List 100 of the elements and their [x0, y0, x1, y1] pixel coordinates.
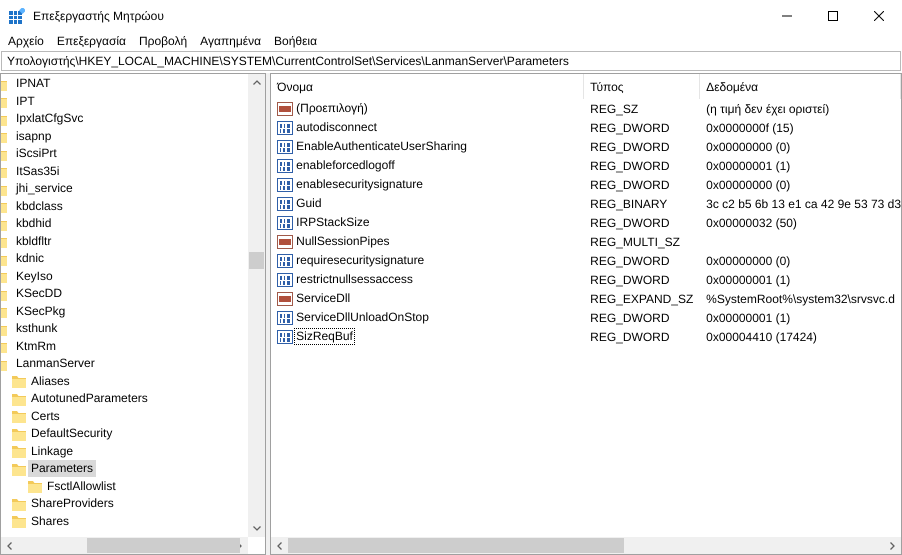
binary-value-icon — [277, 120, 294, 136]
tree-item[interactable]: DefaultSecurity — [28, 425, 116, 442]
tree-item[interactable]: ItSas35i — [13, 162, 62, 180]
tree-item[interactable]: IpxlatCfgSvc — [13, 110, 86, 128]
table-cell: REG_EXPAND_SZ — [590, 292, 694, 306]
binary-value-icon — [277, 310, 294, 326]
string-value-icon — [277, 234, 294, 250]
horizontal-scrollbar[interactable] — [271, 537, 901, 554]
table-cell: 0x0000000f (15) — [706, 120, 794, 134]
table-cell: 0x00000000 (0) — [706, 254, 790, 268]
value-name[interactable]: requiresecuritysignature — [294, 252, 426, 269]
scroll-down-icon[interactable] — [252, 526, 261, 531]
value-name[interactable]: restrictnullsessaccess — [294, 271, 415, 288]
close-icon — [874, 10, 884, 20]
value-name[interactable]: enablesecuritysignature — [294, 176, 425, 193]
folder-icon — [11, 513, 27, 530]
tree-item[interactable]: kdnic — [13, 250, 48, 268]
scroll-right-icon[interactable] — [237, 542, 242, 550]
table-cell: REG_DWORD — [590, 120, 670, 134]
value-name[interactable]: ServiceDllUnloadOnStop — [294, 309, 431, 326]
value-name[interactable]: EnableAuthenticateUserSharing — [294, 138, 469, 155]
folder-icon — [27, 478, 43, 494]
table-cell: REG_SZ — [590, 102, 638, 116]
table-cell: %SystemRoot%\system32\srvsvc.d — [706, 292, 895, 306]
menu-item[interactable]: Βοήθεια — [269, 32, 322, 50]
menu-item[interactable]: Αγαπημένα — [195, 32, 266, 50]
value-name[interactable]: Guid — [294, 195, 324, 212]
scroll-thumb[interactable] — [249, 252, 264, 269]
table-cell: 0x00000001 (1) — [706, 158, 790, 172]
value-name[interactable]: ServiceDll — [294, 290, 352, 307]
tree-item[interactable]: Shares — [28, 512, 72, 530]
menu-item[interactable]: Επεξεργασία — [52, 32, 131, 50]
menu-item[interactable]: Αρχείο — [3, 32, 49, 50]
menu-item[interactable]: Προβολή — [134, 32, 192, 50]
table-cell: (η τιμή δεν έχει οριστεί) — [706, 102, 830, 116]
tree-item[interactable]: Aliases — [28, 372, 73, 390]
tree-item[interactable]: isapnp — [13, 128, 54, 145]
tree-item[interactable]: KSecPkg — [13, 302, 68, 320]
binary-value-icon — [277, 196, 294, 212]
table-cell: REG_DWORD — [590, 330, 670, 344]
tree-item[interactable]: iScsiPrt — [13, 145, 60, 162]
table-cell: REG_DWORD — [590, 216, 670, 230]
table-cell: REG_MULTI_SZ — [590, 234, 680, 248]
tree-item[interactable]: KSecDD — [13, 285, 66, 302]
scroll-left-icon[interactable] — [277, 542, 282, 550]
binary-value-icon — [277, 328, 294, 344]
binary-value-icon — [277, 138, 294, 154]
column-header[interactable]: Όνομα — [271, 74, 584, 99]
tree-item[interactable]: KtmRm — [13, 338, 59, 355]
tree-item[interactable]: ShareProviders — [28, 495, 117, 512]
value-name[interactable]: SizReqBuf — [294, 328, 355, 345]
tree-item[interactable]: kbldfltr — [13, 232, 54, 250]
folder-icon — [11, 373, 27, 390]
tree-item[interactable]: Linkage — [28, 442, 76, 460]
tree-item[interactable]: IPT — [13, 92, 38, 110]
tree-item[interactable]: IPNAT — [13, 75, 54, 92]
value-name[interactable]: IRPStackSize — [294, 214, 372, 231]
table-cell: 3c c2 b5 6b 13 e1 ca 42 9e 53 73 d3 — [706, 196, 901, 210]
binary-value-icon — [277, 252, 294, 268]
table-cell: REG_DWORD — [590, 310, 670, 324]
table-cell: REG_DWORD — [590, 178, 670, 192]
value-name[interactable]: NullSessionPipes — [294, 233, 392, 250]
column-header[interactable]: Τύπος — [584, 74, 700, 99]
tree-item[interactable]: Parameters — [28, 460, 96, 478]
maximize-icon — [828, 10, 838, 20]
string-value-icon — [277, 290, 294, 306]
binary-value-icon — [277, 272, 294, 288]
binary-value-icon — [277, 176, 294, 192]
scroll-right-icon[interactable] — [890, 542, 895, 550]
table-cell: REG_DWORD — [590, 272, 670, 286]
table-cell: REG_DWORD — [590, 140, 670, 154]
vertical-scrollbar[interactable] — [248, 74, 266, 537]
table-cell: 0x00000000 (0) — [706, 140, 790, 154]
tree-item[interactable]: kbdhid — [13, 215, 54, 232]
scroll-left-icon[interactable] — [7, 542, 12, 550]
scroll-thumb[interactable] — [87, 538, 240, 553]
table-cell: REG_BINARY — [590, 196, 668, 210]
value-name[interactable]: (Προεπιλογή) — [294, 100, 370, 117]
tree-item[interactable]: kbdclass — [13, 198, 66, 215]
tree-item[interactable]: Certs — [28, 408, 63, 425]
tree-item[interactable]: KeyIso — [13, 268, 56, 285]
tree-item[interactable]: ksthunk — [13, 320, 60, 338]
app-icon — [9, 8, 25, 24]
tree-item[interactable]: FsctlAllowlist — [44, 478, 119, 495]
table-cell: 0x00000001 (1) — [706, 310, 790, 324]
horizontal-scrollbar[interactable] — [1, 537, 248, 554]
value-name[interactable]: autodisconnect — [294, 119, 379, 136]
scroll-up-icon[interactable] — [252, 80, 261, 85]
string-value-icon — [277, 100, 294, 116]
scroll-thumb[interactable] — [288, 538, 624, 553]
binary-value-icon — [277, 158, 294, 174]
table-cell: 0x00000000 (0) — [706, 178, 790, 192]
tree-item[interactable]: jhi_service — [13, 180, 76, 198]
table-cell: REG_DWORD — [590, 254, 670, 268]
tree-item[interactable]: AutotunedParameters — [28, 390, 151, 408]
column-header[interactable]: Δεδομένα — [700, 74, 901, 99]
folder-icon — [11, 443, 27, 460]
value-name[interactable]: enableforcedlogoff — [294, 157, 397, 174]
table-cell: 0x00004410 (17424) — [706, 330, 817, 344]
tree-item[interactable]: LanmanServer — [13, 355, 98, 372]
